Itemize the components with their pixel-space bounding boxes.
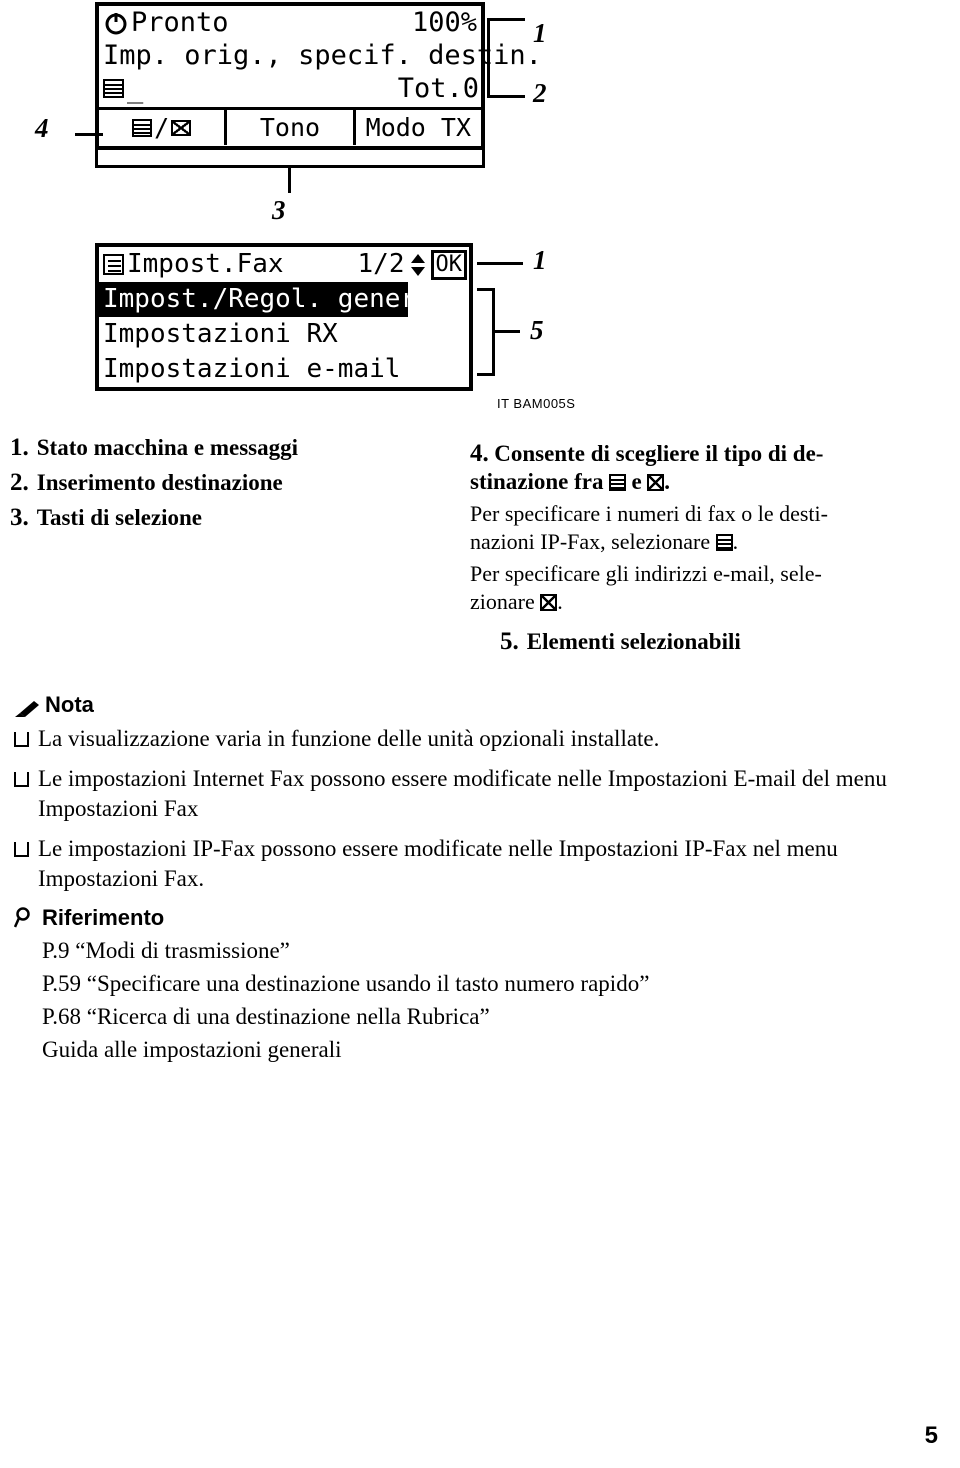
lcd-softkey-row: / Tono Modo TX [99,107,481,145]
softkey-destination-type[interactable]: / [99,110,228,145]
lcd-menu-title: Impost.Fax [127,249,284,279]
legend-item-4: 4. Consente di scegliere il tipo di de- … [470,440,900,616]
lcd-battery-text: 100% [411,7,477,38]
legend-label: Elementi selezionabili [526,629,741,654]
legend-label: Stato macchina e messaggi [36,435,299,460]
lcd-page-indicator: 1/2 [357,249,405,279]
reference-list: P.9 “Modi di trasmissione” P.59 “Specifi… [42,934,924,1066]
note-bullet: Le impostazioni Internet Fax possono ess… [14,764,924,824]
legend-item-4-line2: stinazione fra e . [470,468,900,496]
legend-period: . [664,469,670,494]
lcd-menu-header: Impost.Fax 1/2 OK [99,247,469,282]
lcd-total-text: Tot.0 [397,73,479,104]
reference-item: P.68 “Ricerca di una destinazione nella … [42,1004,490,1029]
legend-item-4-body1b: nazioni IP-Fax, selezionare . [470,529,739,554]
fax-icon [132,118,153,137]
reference-heading: Riferimento [13,905,924,931]
callout-5: 5 [530,315,544,345]
lcd-status-text: Pronto [131,7,229,38]
legend-item-3: 3. Tasti di selezione [10,502,430,533]
legend-item-4-body1: Per specificare i numeri di fax o le des… [470,501,828,526]
lcd-menu-item[interactable]: Impostazioni e-mail [99,352,469,387]
callout-1b: 1 [533,245,547,275]
legend-number: 4. [470,440,489,467]
fax-icon [103,79,124,98]
note-heading-text: Nota [45,692,94,717]
callout-1: 1 [533,18,547,48]
reference-item: P.59 “Specificare una destinazione usand… [42,971,650,996]
legend-number: 3. [10,504,29,531]
legend-number: 1. [10,434,29,461]
note-text: Le impostazioni IP-Fax possono essere mo… [38,836,838,891]
lcd-ok-key[interactable]: OK [430,249,467,280]
callout-2: 2 [533,78,547,108]
leader-line [95,150,98,168]
leader-line [487,95,525,98]
note-bullet: La visualizzazione varia in funzione del… [14,724,924,754]
lcd-destination-row: _ Tot.0 [99,72,481,105]
leader-line [477,373,495,376]
leader-line [492,330,520,333]
lcd-status-row: Pronto 100% [99,6,481,39]
legend-right-column: 4. Consente di scegliere il tipo di de- … [470,440,900,661]
reference-item: Guida alle impostazioni generali [42,1037,342,1062]
fax-icon [715,534,733,551]
note-text: Le impostazioni Internet Fax possono ess… [38,766,887,821]
callout-3: 3 [272,195,286,225]
legend-item-5: 5. Elementi selezionabili [500,626,900,657]
list-icon [103,254,124,275]
legend-number: 5. [500,628,519,655]
leader-line [288,165,291,193]
legend-label: Tasti di selezione [36,505,203,530]
lcd-destination-input: _ [127,73,144,104]
legend-conjunction: e [631,469,642,494]
lcd-menu-item[interactable]: Impostazioni RX [99,317,469,352]
legend-item-4-body2: Per specificare gli indirizzi e-mail, se… [470,561,822,586]
bullet-icon [14,772,29,787]
legend-label-cont: stinazione fra [470,469,604,494]
notes-section: Nota La visualizzazione varia in funzion… [14,690,924,904]
softkey-tx-mode[interactable]: Modo TX [356,110,481,145]
reference-heading-text: Riferimento [42,905,165,930]
leader-line [487,18,525,21]
note-bullet: Le impostazioni IP-Fax possono essere mo… [14,834,924,894]
note-heading: Nota [14,690,924,720]
legend-left-column: 1. Stato macchina e messaggi 2. Inserime… [10,432,430,537]
page-number: 5 [924,1422,938,1449]
legend-number: 2. [10,469,29,496]
leader-line [75,133,103,136]
callout-4: 4 [35,113,49,143]
magnifier-icon [13,907,38,929]
legend-label: Consente di scegliere il tipo di de- [494,441,824,466]
legend-item-4-body2b: zionare . [470,589,563,614]
leader-line [477,288,495,291]
legend-item-4-line1: 4. Consente di scegliere il tipo di de- [470,440,900,468]
bullet-icon [14,732,29,747]
pencil-icon [14,696,40,717]
reference-section: Riferimento P.9 “Modi di trasmissione” P… [13,905,924,1066]
email-icon [540,594,558,611]
leader-line [487,18,490,98]
fax-icon [609,474,627,491]
control-panel-illustration: Pronto 100% Imp. orig., specif. destin. … [0,0,960,420]
leader-line [477,262,523,265]
legend-item-1: 1. Stato macchina e messaggi [10,432,430,463]
figure-code: IT BAM005S [497,396,576,411]
lcd-bottom-screen: Impost.Fax 1/2 OK Impost./Regol. gener. … [95,243,473,391]
power-icon [105,11,127,34]
legend-item-2: 2. Inserimento destinazione [10,467,430,498]
leader-line [482,150,485,168]
legend-label: Inserimento destinazione [36,470,283,495]
lcd-top-screen: Pronto 100% Imp. orig., specif. destin. … [95,2,542,150]
lcd-instruction-row: Imp. orig., specif. destin. [103,40,542,71]
softkey-tone[interactable]: Tono [227,110,356,145]
lcd-menu-item-selected[interactable]: Impost./Regol. gener. [99,282,432,317]
email-icon [171,119,192,136]
reference-item: P.9 “Modi di trasmissione” [42,938,290,963]
scroll-updown-icon [410,253,425,276]
bullet-icon [14,842,29,857]
note-text: La visualizzazione varia in funzione del… [38,726,660,751]
email-icon [647,474,665,491]
